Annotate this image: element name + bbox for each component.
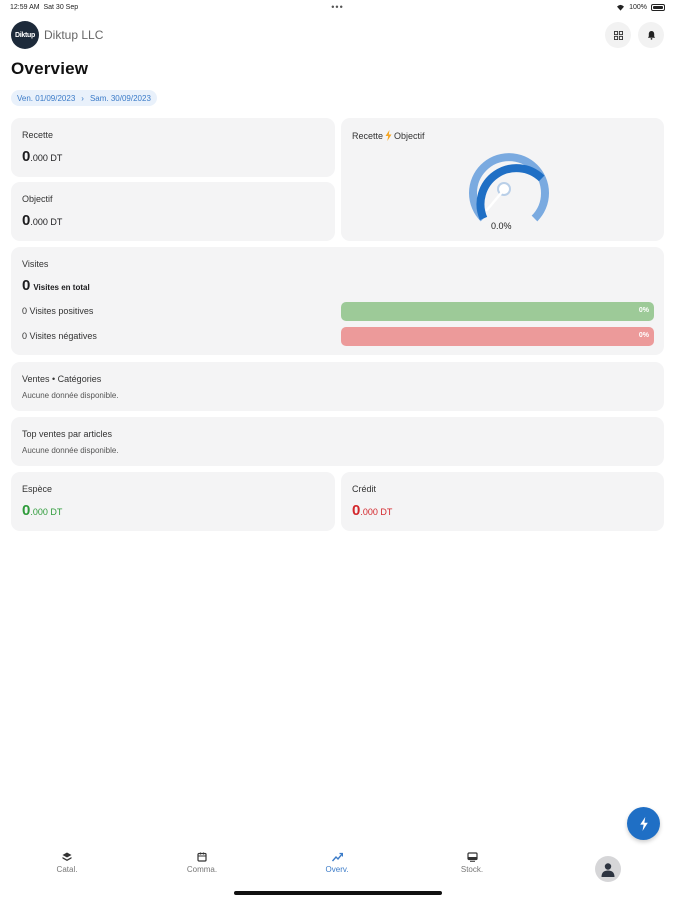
- tab-stock-label: Stock.: [460, 865, 484, 874]
- ventes-categories-card[interactable]: Ventes • Catégories Aucune donnée dispon…: [11, 362, 664, 411]
- battery-icon: [651, 4, 665, 11]
- gauge-needle: [485, 190, 504, 212]
- lightning-icon: [385, 130, 392, 141]
- credit-card[interactable]: Crédit 0.000 DT: [341, 472, 664, 531]
- credit-value: 0.000 DT: [352, 502, 393, 519]
- tab-overview-label: Overv.: [325, 865, 349, 874]
- recette-value: 0.000 DT: [22, 148, 63, 165]
- date-range-picker[interactable]: Ven. 01/09/2023 › Sam. 30/09/2023: [11, 90, 157, 106]
- espece-label: Espèce: [22, 484, 53, 494]
- tab-overview[interactable]: Overv.: [297, 852, 377, 882]
- top-bar: Diktup Diktup LLC: [11, 20, 664, 50]
- tab-commandes[interactable]: Comma.: [162, 852, 242, 882]
- lightning-icon: [639, 816, 648, 831]
- espece-card[interactable]: Espèce 0.000 DT: [11, 472, 335, 531]
- objectif-label: Objectif: [22, 194, 53, 204]
- status-right: 100%: [616, 4, 665, 11]
- top-ventes-title: Top ventes par articles: [22, 429, 113, 439]
- credit-label: Crédit: [352, 484, 377, 494]
- bell-icon: [647, 30, 655, 40]
- visites-positives-label: 0 Visites positives: [22, 306, 94, 316]
- visites-negatives-label: 0 Visites négatives: [22, 331, 97, 341]
- ventes-categories-title: Ventes • Catégories: [22, 374, 102, 384]
- tab-bar: Catal. Comma. Overv. Stock.: [0, 852, 675, 888]
- gauge-percent: 0.0%: [491, 221, 512, 231]
- visites-positives-percent: 0%: [638, 307, 649, 314]
- notifications-button[interactable]: [638, 22, 664, 48]
- objectif-card[interactable]: Objectif 0.000 DT: [11, 182, 335, 241]
- visites-positives-bar: 0%: [341, 302, 654, 321]
- trend-chart-icon: [331, 852, 343, 862]
- gauge-chart: [469, 153, 549, 222]
- ventes-categories-empty: Aucune donnée disponible.: [22, 391, 119, 400]
- user-icon: [601, 863, 615, 877]
- profile-avatar[interactable]: [595, 856, 621, 882]
- date-start: Ven. 01/09/2023: [17, 93, 76, 103]
- visites-negatives-bar: 0%: [341, 327, 654, 346]
- visites-total: 0 Visites en total: [22, 277, 90, 294]
- tab-catalogue[interactable]: Catal.: [27, 852, 107, 882]
- inventory-icon: [466, 852, 478, 862]
- objectif-value: 0.000 DT: [22, 212, 63, 229]
- gauge-progress-arc: [476, 164, 545, 221]
- wifi-icon: [617, 4, 625, 11]
- home-indicator[interactable]: [234, 891, 442, 895]
- date-end: Sam. 30/09/2023: [89, 93, 151, 103]
- espece-value: 0.000 DT: [22, 502, 63, 519]
- visites-card[interactable]: Visites 0 Visites en total 0 Visites posi…: [11, 247, 664, 355]
- grid-icon: [613, 30, 623, 40]
- tab-stock[interactable]: Stock.: [432, 852, 512, 882]
- visites-label: Visites: [22, 259, 49, 269]
- tab-commandes-label: Comma.: [186, 865, 218, 874]
- catalogue-icon: [62, 852, 72, 861]
- tab-catalogue-label: Catal.: [56, 865, 78, 874]
- status-bar: 12:59 AM Sat 30 Sep ••• 100%: [0, 0, 675, 16]
- orders-icon: [197, 852, 207, 862]
- recette-card[interactable]: Recette 0.000 DT: [11, 118, 335, 177]
- multitask-dots[interactable]: •••: [331, 2, 343, 12]
- date-arrow-icon: ›: [81, 93, 84, 103]
- company-name[interactable]: Diktup LLC: [44, 28, 103, 42]
- gauge-title: Recette Objectif: [352, 130, 425, 141]
- quick-action-button[interactable]: [627, 807, 660, 840]
- recette-objectif-gauge-card[interactable]: Recette Objectif 0.0%: [341, 118, 664, 241]
- recette-label: Recette: [22, 130, 54, 140]
- top-ventes-card[interactable]: Top ventes par articles Aucune donnée di…: [11, 417, 664, 466]
- battery-percent: 100%: [629, 4, 647, 11]
- status-time-date: 12:59 AM Sat 30 Sep: [10, 4, 79, 11]
- top-ventes-empty: Aucune donnée disponible.: [22, 446, 119, 455]
- grid-button[interactable]: [605, 22, 631, 48]
- page-title: Overview: [11, 59, 89, 78]
- company-logo[interactable]: Diktup: [11, 21, 39, 49]
- visites-negatives-percent: 0%: [638, 332, 649, 339]
